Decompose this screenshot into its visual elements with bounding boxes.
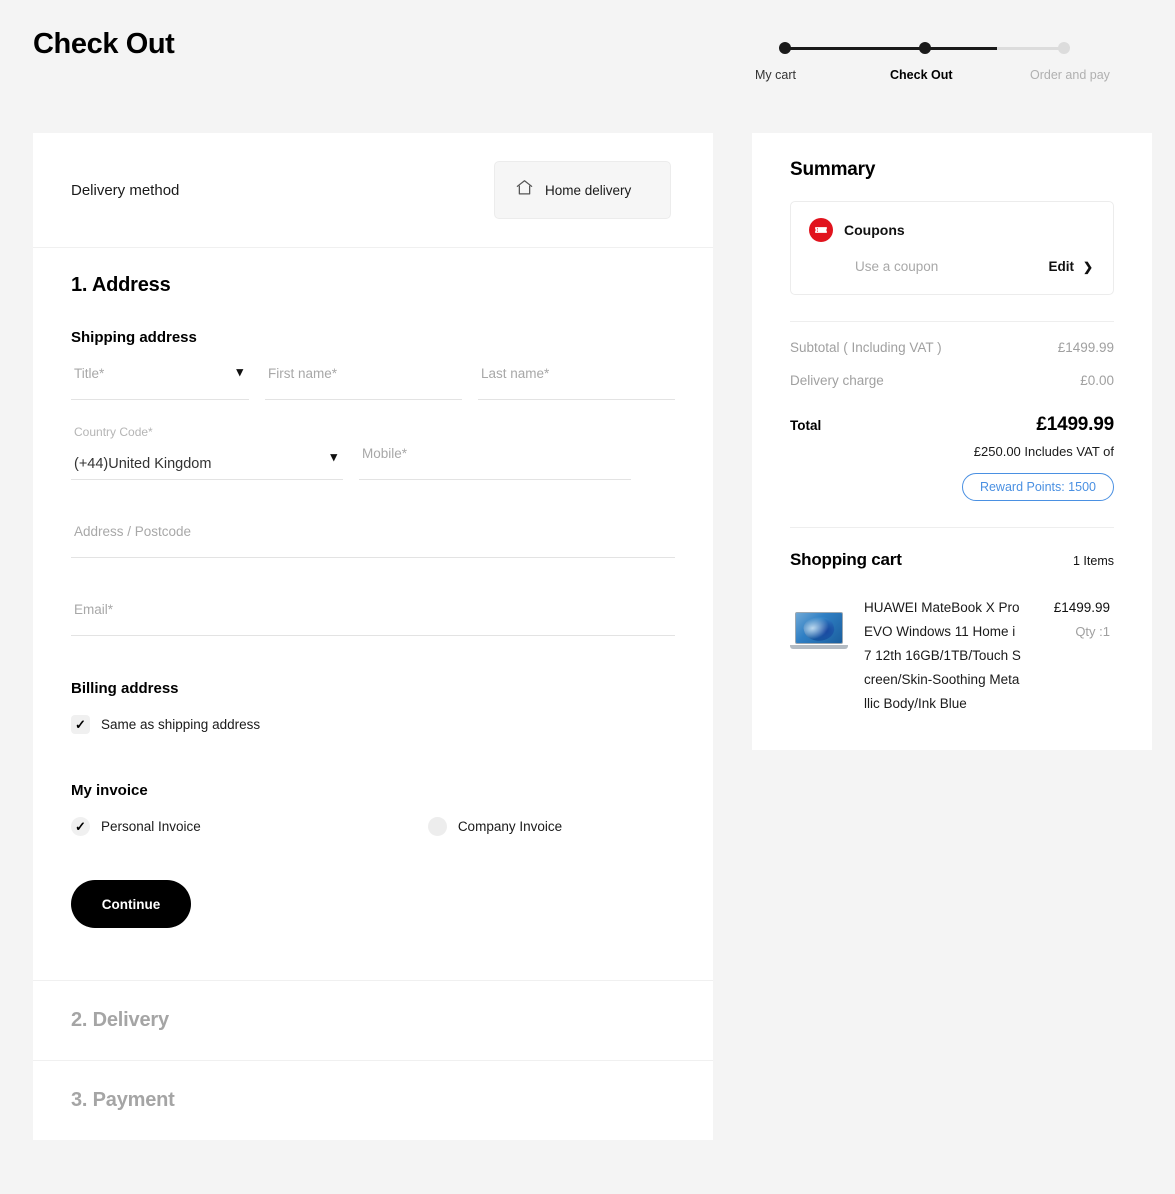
stepper-line-remaining <box>997 47 1067 50</box>
chevron-down-icon: ▾ <box>330 449 337 464</box>
price-row-delivery-charge: Delivery charge £0.00 <box>790 373 1114 388</box>
title-placeholder: Title* <box>74 366 105 381</box>
delivery-option-home-delivery[interactable]: Home delivery <box>494 161 671 219</box>
summary-divider-cart <box>790 527 1114 528</box>
country-code-label: Country Code* <box>74 425 153 439</box>
home-icon <box>515 178 534 202</box>
same-as-shipping-checkbox[interactable]: ✓ Same as shipping address <box>71 715 260 734</box>
summary-panel: Summary Coupons Use a coupon Edit ❯ Subt… <box>752 133 1152 750</box>
shopping-cart-title: Shopping cart <box>790 550 902 569</box>
stepper-line-completed <box>785 47 1000 50</box>
radio-unselected-icon <box>427 817 447 836</box>
email-placeholder: Email* <box>74 602 114 617</box>
coupons-row: Use a coupon Edit ❯ <box>809 259 1095 274</box>
mobile-placeholder: Mobile* <box>362 446 408 461</box>
vat-note: £250.00 Includes VAT of <box>973 444 1114 459</box>
total-amount: £1499.99 <box>1036 414 1114 435</box>
last-name-input[interactable]: Last name* <box>478 360 675 400</box>
personal-invoice-label: Personal Invoice <box>101 819 201 834</box>
shipping-address-heading: Shipping address <box>71 329 197 346</box>
address-section-heading: 1. Address <box>71 274 171 296</box>
cart-item-meta: £1499.99 Qty :1 <box>1038 596 1110 716</box>
name-field-row: Title* ▾ First name* Last name* <box>71 360 675 400</box>
checkout-main-panel: Delivery method Home delivery 1. Address… <box>33 133 713 1140</box>
my-invoice-heading: My invoice <box>71 782 148 799</box>
radio-selected-icon: ✓ <box>71 817 90 836</box>
same-as-shipping-label: Same as shipping address <box>101 717 261 732</box>
stepper-label-check-out[interactable]: Check Out <box>890 68 953 82</box>
cart-item-qty: Qty :1 <box>1075 624 1110 639</box>
delivery-method-label: Delivery method <box>71 181 180 199</box>
last-name-placeholder: Last name* <box>481 366 550 381</box>
billing-address-heading: Billing address <box>71 680 179 697</box>
page-title: Check Out <box>33 28 175 60</box>
shopping-cart-header: Shopping cart 1 Items <box>790 550 1114 570</box>
stepper-dot-my-cart[interactable] <box>779 42 791 54</box>
country-code-select[interactable]: Country Code* (+44)United Kingdom ▾ <box>71 425 343 480</box>
company-invoice-label: Company Invoice <box>457 819 563 834</box>
laptop-base-icon <box>790 645 848 649</box>
address-field-row: Address / Postcode <box>71 518 675 558</box>
first-name-input[interactable]: First name* <box>265 360 462 400</box>
chevron-right-icon: ❯ <box>1082 259 1093 274</box>
address-section: 1. Address Shipping address Title* ▾ Fir… <box>33 248 713 980</box>
coupons-header: Coupons <box>809 218 1095 242</box>
subtotal-amount: £1499.99 <box>1057 340 1114 355</box>
cart-item-price: £1499.99 <box>1053 600 1110 615</box>
invoice-options-row: ✓ Personal Invoice Company Invoice <box>71 817 675 836</box>
checkout-stepper: My cart Check Out Order and pay <box>755 38 1115 88</box>
shopping-cart-count: 1 Items <box>1073 554 1114 568</box>
product-thumbnail <box>790 612 848 656</box>
mobile-input[interactable]: Mobile* <box>359 440 631 480</box>
stepper-label-order-and-pay: Order and pay <box>1030 68 1110 82</box>
delivery-option-label: Home delivery <box>545 182 632 198</box>
first-name-placeholder: First name* <box>268 366 338 381</box>
coupons-box[interactable]: Coupons Use a coupon Edit ❯ <box>790 201 1114 295</box>
section-delivery-collapsed[interactable]: 2. Delivery <box>33 980 713 1060</box>
subtotal-label: Subtotal ( Including VAT ) <box>790 340 942 355</box>
address-postcode-placeholder: Address / Postcode <box>74 524 192 539</box>
coupon-edit-label: Edit <box>1048 259 1074 274</box>
coupons-title: Coupons <box>844 222 905 238</box>
total-label: Total <box>790 418 822 433</box>
radio-personal-invoice[interactable]: ✓ Personal Invoice <box>71 817 201 836</box>
continue-button[interactable]: Continue <box>71 880 191 928</box>
coupon-ticket-icon <box>809 218 833 242</box>
stepper-labels: My cart Check Out Order and pay <box>755 68 1115 88</box>
laptop-screen-icon <box>795 612 843 644</box>
stepper-dot-order-and-pay <box>1058 42 1070 54</box>
email-input[interactable]: Email* <box>71 596 675 636</box>
address-postcode-input[interactable]: Address / Postcode <box>71 518 675 558</box>
delivery-method-row: Delivery method Home delivery <box>33 133 713 248</box>
section-payment-collapsed[interactable]: 3. Payment <box>33 1060 713 1140</box>
delivery-charge-amount: £0.00 <box>1080 373 1114 388</box>
country-code-value: (+44)United Kingdom <box>74 456 212 472</box>
use-a-coupon-hint: Use a coupon <box>855 259 939 274</box>
reward-points-row: Reward Points: 1500 <box>790 473 1114 501</box>
price-row-total: Total £1499.99 <box>790 414 1114 436</box>
email-field-row: Email* <box>71 596 675 636</box>
title-select[interactable]: Title* ▾ <box>71 360 249 400</box>
phone-field-row: Country Code* (+44)United Kingdom ▾ Mobi… <box>71 425 675 480</box>
summary-title: Summary <box>790 159 876 180</box>
chevron-down-icon: ▾ <box>236 364 243 379</box>
stepper-dot-check-out[interactable] <box>919 42 931 54</box>
summary-divider-top <box>790 321 1114 322</box>
cart-item-name: HUAWEI MateBook X Pro EVO Windows 11 Hom… <box>864 600 1021 711</box>
coupon-edit-button[interactable]: Edit ❯ <box>1048 259 1093 274</box>
delivery-charge-label: Delivery charge <box>790 373 884 388</box>
stepper-track <box>755 38 1115 58</box>
price-row-subtotal: Subtotal ( Including VAT ) £1499.99 <box>790 340 1114 355</box>
cart-item[interactable]: HUAWEI MateBook X Pro EVO Windows 11 Hom… <box>790 596 1114 716</box>
radio-company-invoice[interactable]: Company Invoice <box>427 817 563 836</box>
stepper-label-my-cart[interactable]: My cart <box>755 68 796 82</box>
checkbox-checked-icon: ✓ <box>71 715 90 734</box>
same-as-shipping-row: ✓ Same as shipping address <box>71 715 675 734</box>
reward-points-pill[interactable]: Reward Points: 1500 <box>961 473 1114 501</box>
